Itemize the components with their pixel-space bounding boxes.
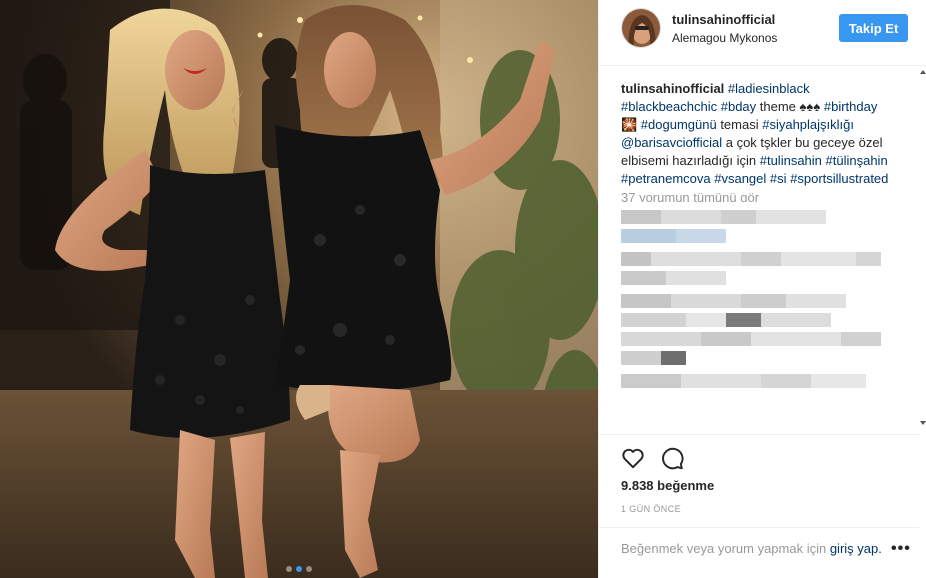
photo-scene: [0, 0, 598, 578]
post-sidebar: tulinsahinofficial Alemagou Mykonos Taki…: [598, 0, 926, 578]
hashtag-link[interactable]: #blackbeachchic: [621, 99, 717, 114]
like-count[interactable]: 9.838 beğenme: [621, 478, 714, 493]
hashtag-link[interactable]: #ladiesinblack: [728, 81, 810, 96]
hashtag-link[interactable]: #vsangel: [711, 171, 766, 186]
comments-list[interactable]: tulinsahinofficial #ladiesinblack #black…: [621, 80, 897, 434]
login-prompt: Beğenmek veya yorum yapmak için giriş ya…: [621, 541, 891, 557]
carousel-dot[interactable]: [306, 566, 312, 572]
heart-icon[interactable]: [620, 445, 646, 471]
post-caption: tulinsahinofficial #ladiesinblack #black…: [621, 80, 897, 188]
hashtag-link[interactable]: @barisavciofficial: [621, 135, 722, 150]
carousel-dot-active[interactable]: [296, 566, 302, 572]
post-photo[interactable]: [0, 0, 598, 578]
location-link[interactable]: Alemagou Mykonos: [672, 31, 777, 45]
follow-button[interactable]: Takip Et: [839, 14, 908, 42]
blurred-comments: [621, 210, 897, 388]
caption-author[interactable]: tulinsahinofficial: [621, 81, 724, 96]
avatar[interactable]: [621, 8, 661, 48]
comments-scrollbar[interactable]: [917, 66, 926, 434]
blurred-comment: [621, 374, 897, 388]
scroll-down-arrow-icon[interactable]: [920, 421, 926, 425]
hashtag-link[interactable]: #tulinsahin: [756, 153, 822, 168]
caption-text: theme ♠♠♠: [756, 99, 821, 114]
hashtag-link[interactable]: #bday: [717, 99, 756, 114]
scroll-up-arrow-icon[interactable]: [920, 70, 926, 74]
hashtag-link[interactable]: #tülinşahin: [822, 153, 888, 168]
hashtag-link[interactable]: #sportsillustrated: [787, 171, 888, 186]
hashtag-link[interactable]: #si: [766, 171, 787, 186]
login-footer: Beğenmek veya yorum yapmak için giriş ya…: [599, 527, 919, 578]
carousel-dot[interactable]: [286, 566, 292, 572]
post-actions: [599, 434, 919, 478]
caption-text: 🎇: [621, 117, 638, 132]
carousel-indicator[interactable]: [0, 566, 598, 572]
caption-body: #ladiesinblack #blackbeachchic #bday the…: [621, 81, 888, 186]
username-link[interactable]: tulinsahinofficial: [672, 12, 775, 27]
comment-icon[interactable]: [659, 445, 685, 471]
caption-text: temasi: [716, 117, 759, 132]
avatar-image: [622, 9, 660, 47]
blurred-comment: [621, 210, 897, 243]
blurred-comment: [621, 252, 897, 285]
post-timestamp[interactable]: 1 GÜN ÖNCE: [621, 504, 681, 514]
hashtag-link[interactable]: #dogumgünü: [637, 117, 717, 132]
hashtag-link[interactable]: #birthday: [820, 99, 877, 114]
post-header: tulinsahinofficial Alemagou Mykonos Taki…: [599, 0, 926, 66]
load-more-comments[interactable]: 37 yorumun tümünü gör: [621, 190, 897, 202]
login-link[interactable]: giriş yap.: [830, 541, 882, 556]
hashtag-link[interactable]: #siyahplajşıklığı: [759, 117, 854, 132]
hashtag-link[interactable]: #petranemcova: [621, 171, 711, 186]
blurred-comment: [621, 294, 897, 365]
login-prompt-text: Beğenmek veya yorum yapmak için: [621, 541, 827, 556]
more-options-icon[interactable]: •••: [891, 540, 911, 558]
